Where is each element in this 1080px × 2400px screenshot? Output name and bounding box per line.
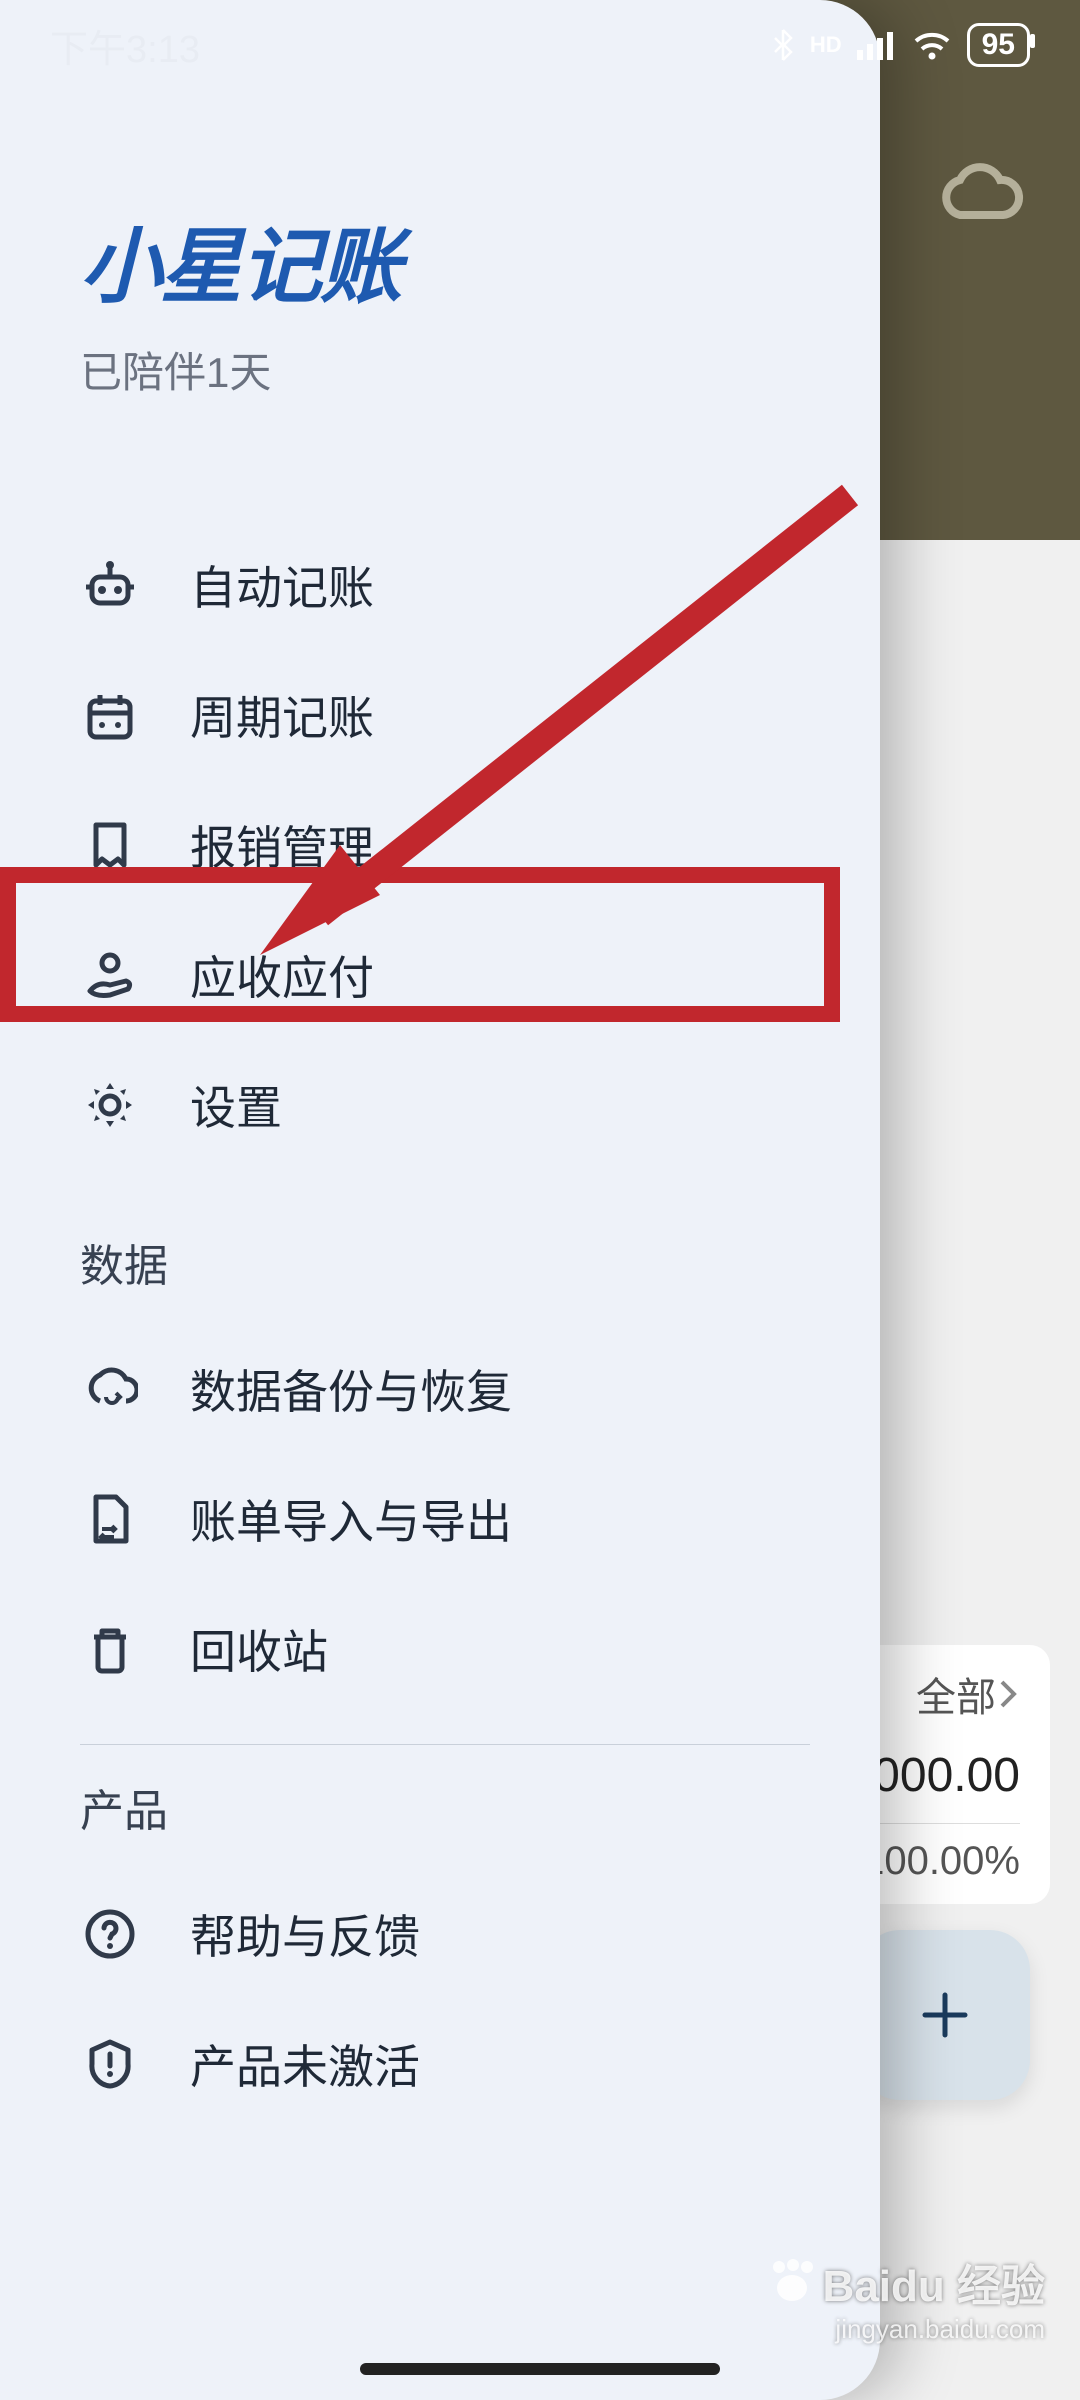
bluetooth-icon (771, 28, 795, 62)
menu-periodic-record[interactable]: 周期记账 (80, 650, 810, 780)
gear-icon (80, 1077, 140, 1133)
home-indicator[interactable] (360, 2363, 720, 2375)
menu-help-feedback[interactable]: 帮助与反馈 (80, 1869, 810, 1999)
cloud-icon[interactable] (935, 160, 1025, 235)
cloud-sync-icon (80, 1361, 140, 1417)
menu-label: 帮助与反馈 (190, 1901, 420, 1967)
status-bar: 下午3:13 HD 95 (0, 0, 1080, 90)
menu-label: 回收站 (190, 1616, 328, 1682)
menu-recycle-bin[interactable]: 回收站 (80, 1584, 810, 1714)
divider (80, 1744, 810, 1745)
shield-alert-icon (80, 2036, 140, 2092)
status-time: 下午3:13 (50, 18, 200, 73)
section-data: 数据 (80, 1230, 810, 1294)
menu-receivable-payable[interactable]: 应收应付 (80, 910, 810, 1040)
signal-icon (857, 30, 897, 60)
menu-product-not-activated[interactable]: 产品未激活 (80, 1999, 810, 2129)
menu-label: 报销管理 (190, 812, 374, 878)
menu-settings[interactable]: 设置 (80, 1040, 810, 1170)
menu-label: 账单导入与导出 (190, 1486, 512, 1552)
file-transfer-icon (80, 1491, 140, 1547)
menu-backup-restore[interactable]: 数据备份与恢复 (80, 1324, 810, 1454)
menu-auto-record[interactable]: 自动记账 (80, 520, 810, 650)
side-drawer: 小星记账 已陪伴1天 自动记账 周期记账 报销管理 (0, 0, 880, 2400)
help-icon (80, 1906, 140, 1962)
menu-label: 设置 (190, 1072, 282, 1138)
paw-icon (769, 2259, 815, 2305)
menu-reimbursement[interactable]: 报销管理 (80, 780, 810, 910)
menu-label: 应收应付 (190, 942, 374, 1008)
trash-icon (80, 1621, 140, 1677)
menu-label: 产品未激活 (190, 2031, 420, 2097)
calendar-icon (80, 687, 140, 743)
section-product: 产品 (80, 1775, 810, 1839)
add-button[interactable] (860, 1930, 1030, 2100)
filter-all[interactable]: 全部 (916, 1665, 996, 1723)
hand-coin-icon (80, 947, 140, 1003)
app-title: 小星记账 (80, 200, 810, 319)
app-subtitle: 已陪伴1天 (80, 339, 810, 400)
chevron-right-icon (996, 1674, 1020, 1714)
watermark: Baidu 经验 jingyan.baidu.com (769, 2250, 1045, 2345)
menu-label: 数据备份与恢复 (190, 1356, 512, 1422)
menu-label: 周期记账 (190, 682, 374, 748)
plus-icon (920, 1990, 970, 2040)
wifi-icon (912, 29, 952, 61)
menu-label: 自动记账 (190, 552, 374, 618)
hd-icon: HD (810, 32, 842, 58)
menu-import-export[interactable]: 账单导入与导出 (80, 1454, 810, 1584)
receipt-icon (80, 817, 140, 873)
robot-icon (80, 557, 140, 613)
battery-indicator: 95 (967, 23, 1030, 67)
